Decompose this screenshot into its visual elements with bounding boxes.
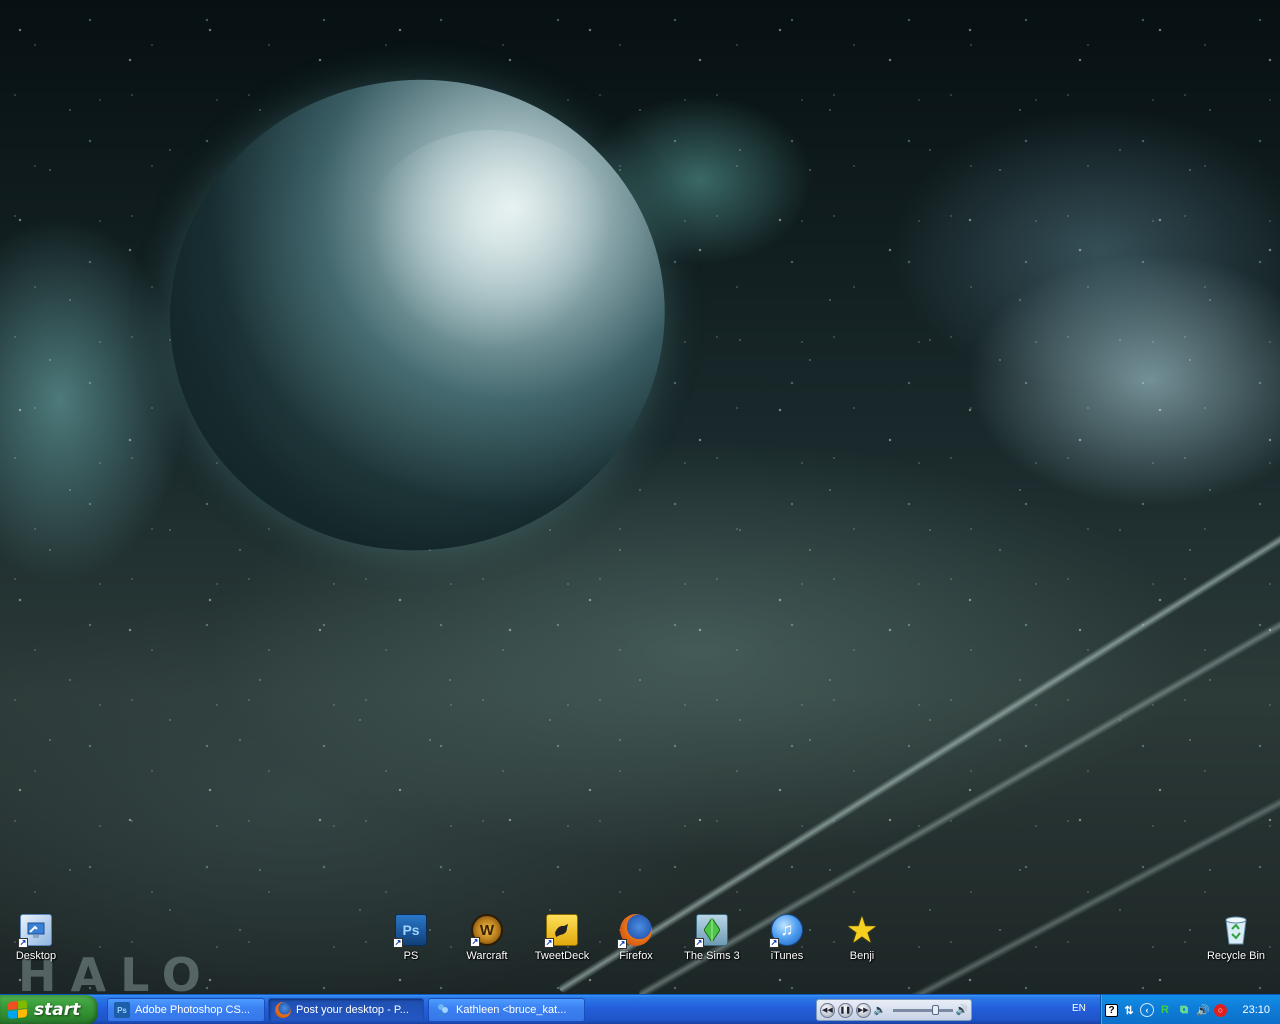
star-icon: ★	[847, 912, 877, 948]
desktop-wallpaper: HALO	[0, 0, 1280, 994]
start-label: start	[34, 1000, 81, 1020]
desktop-shortcut-icon: ↗	[18, 914, 52, 948]
photoshop-icon: Ps	[114, 1002, 130, 1018]
task-label: Kathleen <bruce_kat...	[456, 1004, 567, 1016]
desktop-icon-ps[interactable]: Ps ↗ PS	[373, 914, 449, 962]
pause-icon[interactable]: ❚❚	[837, 1002, 853, 1018]
security-shield-icon[interactable]: ○	[1214, 1003, 1227, 1017]
desktop-icon-label: iTunes	[770, 950, 804, 962]
volume-max-icon: 🔊	[955, 1004, 968, 1016]
desktop-icon-recycle-bin[interactable]: Recycle Bin	[1198, 914, 1274, 962]
media-player-toolbar: ◀◀ ❚❚ ▶▶ 🔈 🔊	[816, 999, 972, 1021]
firefox-icon	[275, 1002, 291, 1018]
start-button[interactable]: start	[0, 995, 98, 1024]
photoshop-icon: Ps ↗	[393, 914, 427, 948]
firefox-icon: ↗	[617, 914, 652, 949]
desktop-icon-desktop[interactable]: ↗ Desktop	[0, 914, 74, 962]
volume-slider[interactable]	[893, 1004, 953, 1015]
desktop-icon-label: Recycle Bin	[1206, 950, 1266, 962]
previous-icon[interactable]: ◀◀	[820, 1002, 835, 1018]
desktop-icon-label: Firefox	[619, 950, 653, 962]
windows-logo-icon	[8, 1000, 28, 1020]
network-arrow-icon[interactable]: ⇅	[1121, 1002, 1137, 1018]
tweetdeck-icon: ↗	[544, 914, 578, 948]
system-tray: ? ⇅ ‹ R ⧉ 🔊 ○ 23:10	[1100, 995, 1280, 1024]
taskbar-button-photoshop[interactable]: Ps Adobe Photoshop CS...	[107, 998, 265, 1022]
next-icon[interactable]: ▶▶	[855, 1002, 871, 1018]
desktop-icon-tweetdeck[interactable]: ↗ TweetDeck	[524, 914, 600, 962]
sound-icon[interactable]: 🔊	[1195, 1002, 1211, 1018]
desktop-icon-benji[interactable]: ★ Benji	[824, 912, 900, 962]
wallpaper-planet-clouds	[360, 130, 620, 360]
sims-plumbob-icon: ↗	[694, 914, 728, 948]
volume-icon[interactable]: 🔈	[874, 1005, 886, 1016]
help-icon[interactable]: ?	[1105, 1003, 1118, 1017]
language-indicator[interactable]: EN	[1072, 1003, 1086, 1014]
network-icon[interactable]: ⧉	[1176, 1002, 1192, 1018]
world-of-warcraft-icon: W ↗	[470, 914, 503, 947]
r-app-icon[interactable]: R	[1157, 1002, 1173, 1018]
desktop-icon-firefox[interactable]: ↗ Firefox	[598, 914, 674, 962]
messenger-icon	[435, 1002, 451, 1018]
back-arrow-icon[interactable]: ‹	[1140, 1003, 1154, 1017]
desktop-icon-sims3[interactable]: ↗ The Sims 3	[674, 914, 750, 962]
task-label: Adobe Photoshop CS...	[135, 1004, 250, 1016]
desktop-icon-label: Warcraft	[466, 950, 508, 962]
desktop-icon-label: Desktop	[15, 950, 57, 962]
volume-slider-thumb[interactable]	[932, 1004, 940, 1015]
desktop-icon-label: TweetDeck	[534, 950, 590, 962]
taskbar-button-firefox[interactable]: Post your desktop - P...	[268, 998, 424, 1022]
task-label: Post your desktop - P...	[296, 1004, 409, 1016]
desktop-icon-label: The Sims 3	[684, 950, 740, 962]
desktop-icon-label: PS	[403, 950, 419, 962]
taskbar-button-messenger[interactable]: Kathleen <bruce_kat...	[428, 998, 585, 1022]
wallpaper-stars-dim	[0, 0, 1280, 994]
itunes-icon: ♫ ↗	[769, 914, 803, 948]
desktop-icon-itunes[interactable]: ♫ ↗ iTunes	[749, 914, 825, 962]
desktop-icon-warcraft[interactable]: W ↗ Warcraft	[449, 914, 525, 962]
desktop-icon-label: Benji	[849, 950, 875, 962]
recycle-bin-icon	[1220, 914, 1252, 946]
taskbar: start Ps Adobe Photoshop CS... Post your…	[0, 994, 1280, 1024]
clock[interactable]: 23:10	[1242, 1004, 1270, 1016]
